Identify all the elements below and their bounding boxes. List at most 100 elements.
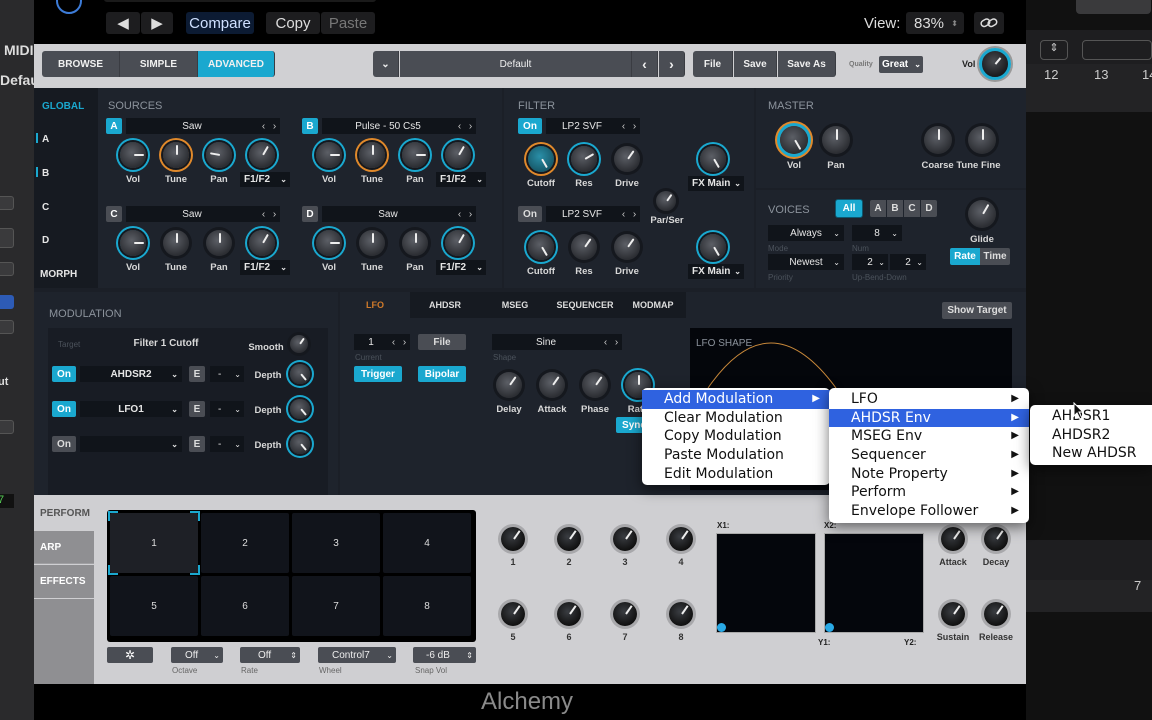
chevron-right-icon[interactable]: › xyxy=(633,121,636,132)
menu-item-perform[interactable]: Perform ▶ xyxy=(829,483,1029,502)
mod-via-select[interactable]: - ⌄ xyxy=(210,366,244,382)
fx-send-knob[interactable] xyxy=(700,234,726,260)
menu-item-clear-modulation[interactable]: Clear Modulation xyxy=(642,409,830,428)
xy-pad-1-handle[interactable] xyxy=(717,623,726,632)
tab-perform[interactable]: PERFORM xyxy=(34,495,94,531)
source-route-select[interactable]: F1/F2 ⌄ xyxy=(436,260,486,275)
source-vol-knob[interactable] xyxy=(316,230,342,256)
chevron-right-icon[interactable]: › xyxy=(615,337,618,348)
env-decay-knob[interactable] xyxy=(984,527,1008,551)
tab-advanced[interactable]: ADVANCED xyxy=(198,51,275,77)
lfo-file-button[interactable]: File xyxy=(418,334,466,350)
source-b-toggle[interactable]: B xyxy=(302,118,318,134)
menu-item-new-ahdsr[interactable]: New AHDSR xyxy=(1030,444,1152,463)
mod-on-button[interactable]: On xyxy=(52,366,76,382)
host-button[interactable] xyxy=(0,320,14,334)
lfo-shape-select[interactable]: Sine xyxy=(492,334,600,350)
source-vol-knob[interactable] xyxy=(120,142,146,168)
macro-knob-2[interactable] xyxy=(557,527,581,551)
filter-cutoff-knob[interactable] xyxy=(528,146,554,172)
perform-pad[interactable]: 3 xyxy=(292,513,380,573)
voice-num-select[interactable]: 8 ⌄ xyxy=(852,225,902,241)
chevron-left-icon[interactable]: ‹ xyxy=(262,121,265,132)
lfo-tab-lfo[interactable]: LFO xyxy=(340,292,410,318)
mod-depth-knob[interactable] xyxy=(290,399,310,419)
filter-type-select[interactable]: LP2 SVF xyxy=(546,206,618,222)
par-ser-knob[interactable] xyxy=(656,191,676,211)
preset-dropdown-icon[interactable]: ⌄ xyxy=(373,51,399,77)
menu-item-ahdsr2[interactable]: AHDSR2 xyxy=(1030,426,1152,445)
mod-via-select[interactable]: - ⌄ xyxy=(210,401,244,417)
source-route-knob[interactable] xyxy=(249,230,275,256)
host-active-button[interactable] xyxy=(0,295,14,309)
filter-drive-knob[interactable] xyxy=(614,146,640,172)
perform-pad[interactable]: 5 xyxy=(110,576,198,636)
chevron-right-icon[interactable]: › xyxy=(469,209,472,220)
preset-menu[interactable] xyxy=(104,0,376,2)
voices-a-button[interactable]: A xyxy=(870,200,886,217)
source-pan-knob[interactable] xyxy=(402,230,428,256)
macro-knob-7[interactable] xyxy=(613,602,637,626)
master-pan-knob[interactable] xyxy=(822,126,850,154)
mod-via-select[interactable]: - ⌄ xyxy=(210,436,244,452)
host-button[interactable] xyxy=(0,262,14,276)
source-c-toggle[interactable]: C xyxy=(106,206,122,222)
host-zoom-slider[interactable] xyxy=(1082,40,1152,60)
filter-drive-knob[interactable] xyxy=(614,234,640,260)
env-release-knob[interactable] xyxy=(984,602,1008,626)
trigger-button[interactable]: Trigger xyxy=(354,366,402,382)
host-button[interactable] xyxy=(0,196,14,210)
source-pan-knob[interactable] xyxy=(206,142,232,168)
master-vol-knob[interactable] xyxy=(780,126,808,154)
mod-depth-knob[interactable] xyxy=(290,364,310,384)
source-route-knob[interactable] xyxy=(445,142,471,168)
macro-knob-3[interactable] xyxy=(613,527,637,551)
mod-source-select[interactable]: ⌄ xyxy=(80,436,182,452)
fx-route-select[interactable]: FX Main ⌄ xyxy=(688,264,744,279)
view-zoom-select[interactable]: 83% ⬍ xyxy=(906,12,964,34)
source-tune-knob[interactable] xyxy=(359,230,385,256)
quality-select[interactable]: Great ⌄ xyxy=(879,56,923,73)
voices-b-button[interactable]: B xyxy=(887,200,903,217)
voices-all-button[interactable]: All xyxy=(836,200,862,217)
file-button[interactable]: File xyxy=(693,51,733,77)
bipolar-button[interactable]: Bipolar xyxy=(418,366,466,382)
source-arrows[interactable]: ‹ › xyxy=(454,206,476,222)
nav-global[interactable]: GLOBAL xyxy=(42,101,84,112)
menu-item-mseg-env[interactable]: MSEG Env ▶ xyxy=(829,427,1029,446)
chevron-left-icon[interactable]: ‹ xyxy=(622,209,625,220)
snap-vol-stepper[interactable]: -6 dB ⇕ xyxy=(413,647,476,663)
nav-b[interactable]: B xyxy=(42,168,49,179)
source-vol-knob[interactable] xyxy=(316,142,342,168)
perform-pad[interactable]: 6 xyxy=(201,576,289,636)
host-button[interactable] xyxy=(0,420,14,434)
mod-source-select[interactable]: AHDSR2 ⌄ xyxy=(80,366,182,382)
macro-knob-1[interactable] xyxy=(501,527,525,551)
macro-knob-6[interactable] xyxy=(557,602,581,626)
chevron-right-icon[interactable]: › xyxy=(273,121,276,132)
host-button[interactable] xyxy=(0,228,14,248)
voice-mode-select[interactable]: Always ⌄ xyxy=(768,225,844,241)
menu-item-add-modulation[interactable]: Add Modulation ▶ xyxy=(642,390,830,409)
env-attack-knob[interactable] xyxy=(941,527,965,551)
source-route-select[interactable]: F1/F2 ⌄ xyxy=(240,260,290,275)
lfo-tab-sequencer[interactable]: SEQUENCER xyxy=(550,292,620,318)
menu-item-ahdsr1[interactable]: AHDSR1 xyxy=(1030,407,1152,426)
save-as-button[interactable]: Save As xyxy=(778,51,836,77)
bend-down-select[interactable]: 2 ⌄ xyxy=(890,254,926,270)
chevron-left-icon[interactable]: ‹ xyxy=(262,209,265,220)
nav-c[interactable]: C xyxy=(42,202,49,213)
copy-button[interactable]: Copy xyxy=(266,12,320,34)
current-lfo-arrows[interactable]: ‹ › xyxy=(388,334,410,350)
prev-setting-button[interactable]: ◀ xyxy=(106,12,140,34)
filter-res-knob[interactable] xyxy=(571,234,597,260)
source-pan-knob[interactable] xyxy=(206,230,232,256)
source-c-name[interactable]: Saw xyxy=(126,206,258,222)
mod-on-button[interactable]: On xyxy=(52,401,76,417)
source-tune-knob[interactable] xyxy=(163,142,189,168)
filter-1-on-button[interactable]: On xyxy=(518,118,542,134)
lfo-tab-mseg[interactable]: MSEG xyxy=(480,292,550,318)
source-route-knob[interactable] xyxy=(249,142,275,168)
mod-depth-knob[interactable] xyxy=(290,434,310,454)
rate-stepper[interactable]: Off ⇕ xyxy=(240,647,300,663)
